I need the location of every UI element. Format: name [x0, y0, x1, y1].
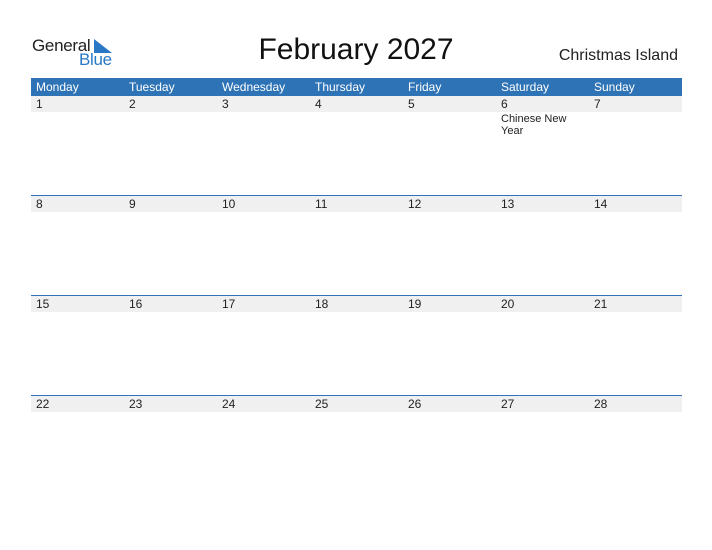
day-number: 20	[496, 296, 589, 312]
day-number: 9	[124, 196, 217, 212]
day-number: 25	[310, 396, 403, 412]
day-cell[interactable]: 18	[310, 296, 403, 395]
day-number: 8	[31, 196, 124, 212]
day-number: 27	[496, 396, 589, 412]
day-number: 11	[310, 196, 403, 212]
day-number: 22	[31, 396, 124, 412]
day-cell[interactable]: 3	[217, 96, 310, 195]
day-cell[interactable]: 6 Chinese New Year	[496, 96, 589, 195]
day-cell[interactable]: 13	[496, 196, 589, 295]
day-cell[interactable]: 24	[217, 396, 310, 495]
day-cell[interactable]: 23	[124, 396, 217, 495]
weekday-sunday: Sunday	[594, 80, 635, 94]
day-cell[interactable]: 4	[310, 96, 403, 195]
day-number: 6	[496, 96, 589, 112]
day-cell[interactable]: 15	[31, 296, 124, 395]
day-number: 1	[31, 96, 124, 112]
day-number: 15	[31, 296, 124, 312]
day-cell[interactable]: 21	[589, 296, 682, 395]
week-row: 22 23 24 25 26 27 28	[31, 395, 682, 495]
week-row: 8 9 10 11 12 13 14	[31, 195, 682, 295]
holiday-event: Chinese New Year	[501, 113, 567, 137]
week-row: 1 2 3 4 5 6 Chinese New Year 7	[31, 96, 682, 195]
day-number: 21	[589, 296, 682, 312]
day-number: 18	[310, 296, 403, 312]
day-cell[interactable]: 2	[124, 96, 217, 195]
day-number: 17	[217, 296, 310, 312]
day-cell[interactable]: 28	[589, 396, 682, 495]
day-number: 19	[403, 296, 496, 312]
day-cell[interactable]: 12	[403, 196, 496, 295]
weekday-friday: Friday	[408, 80, 442, 94]
day-number: 3	[217, 96, 310, 112]
day-cell[interactable]: 8	[31, 196, 124, 295]
day-number: 5	[403, 96, 496, 112]
day-number: 16	[124, 296, 217, 312]
day-number: 2	[124, 96, 217, 112]
day-cell[interactable]: 22	[31, 396, 124, 495]
weekday-wednesday: Wednesday	[222, 80, 286, 94]
day-number: 10	[217, 196, 310, 212]
day-cell[interactable]: 16	[124, 296, 217, 395]
day-cell[interactable]: 14	[589, 196, 682, 295]
calendar: Monday Tuesday Wednesday Thursday Friday Satu…	[31, 78, 682, 495]
day-cell[interactable]: 17	[217, 296, 310, 395]
region-label: Christmas Island	[558, 47, 678, 64]
weekday-monday: Monday	[36, 80, 79, 94]
weekday-header: Monday Tuesday Wednesday Thursday Friday Satu…	[31, 78, 682, 96]
day-cell[interactable]: 1	[31, 96, 124, 195]
day-number: 28	[589, 396, 682, 412]
day-cell[interactable]: 10	[217, 196, 310, 295]
day-number: 4	[310, 96, 403, 112]
day-cell[interactable]: 27	[496, 396, 589, 495]
weekday-tuesday: Tuesday	[129, 80, 175, 94]
day-number: 12	[403, 196, 496, 212]
day-number: 24	[217, 396, 310, 412]
weekday-thursday: Thursday	[315, 80, 366, 94]
day-number: 13	[496, 196, 589, 212]
weekday-saturday: Saturday	[501, 80, 550, 94]
day-cell[interactable]: 25	[310, 396, 403, 495]
day-number: 23	[124, 396, 217, 412]
day-cell[interactable]: 20	[496, 296, 589, 395]
day-cell[interactable]: 7	[589, 96, 682, 195]
day-number: 26	[403, 396, 496, 412]
day-cell[interactable]: 19	[403, 296, 496, 395]
day-number: 14	[589, 196, 682, 212]
week-row: 15 16 17 18 19 20 21	[31, 295, 682, 395]
day-cell[interactable]: 5	[403, 96, 496, 195]
day-number: 7	[589, 96, 682, 112]
day-cell[interactable]: 26	[403, 396, 496, 495]
day-cell[interactable]: 9	[124, 196, 217, 295]
day-cell[interactable]: 11	[310, 196, 403, 295]
